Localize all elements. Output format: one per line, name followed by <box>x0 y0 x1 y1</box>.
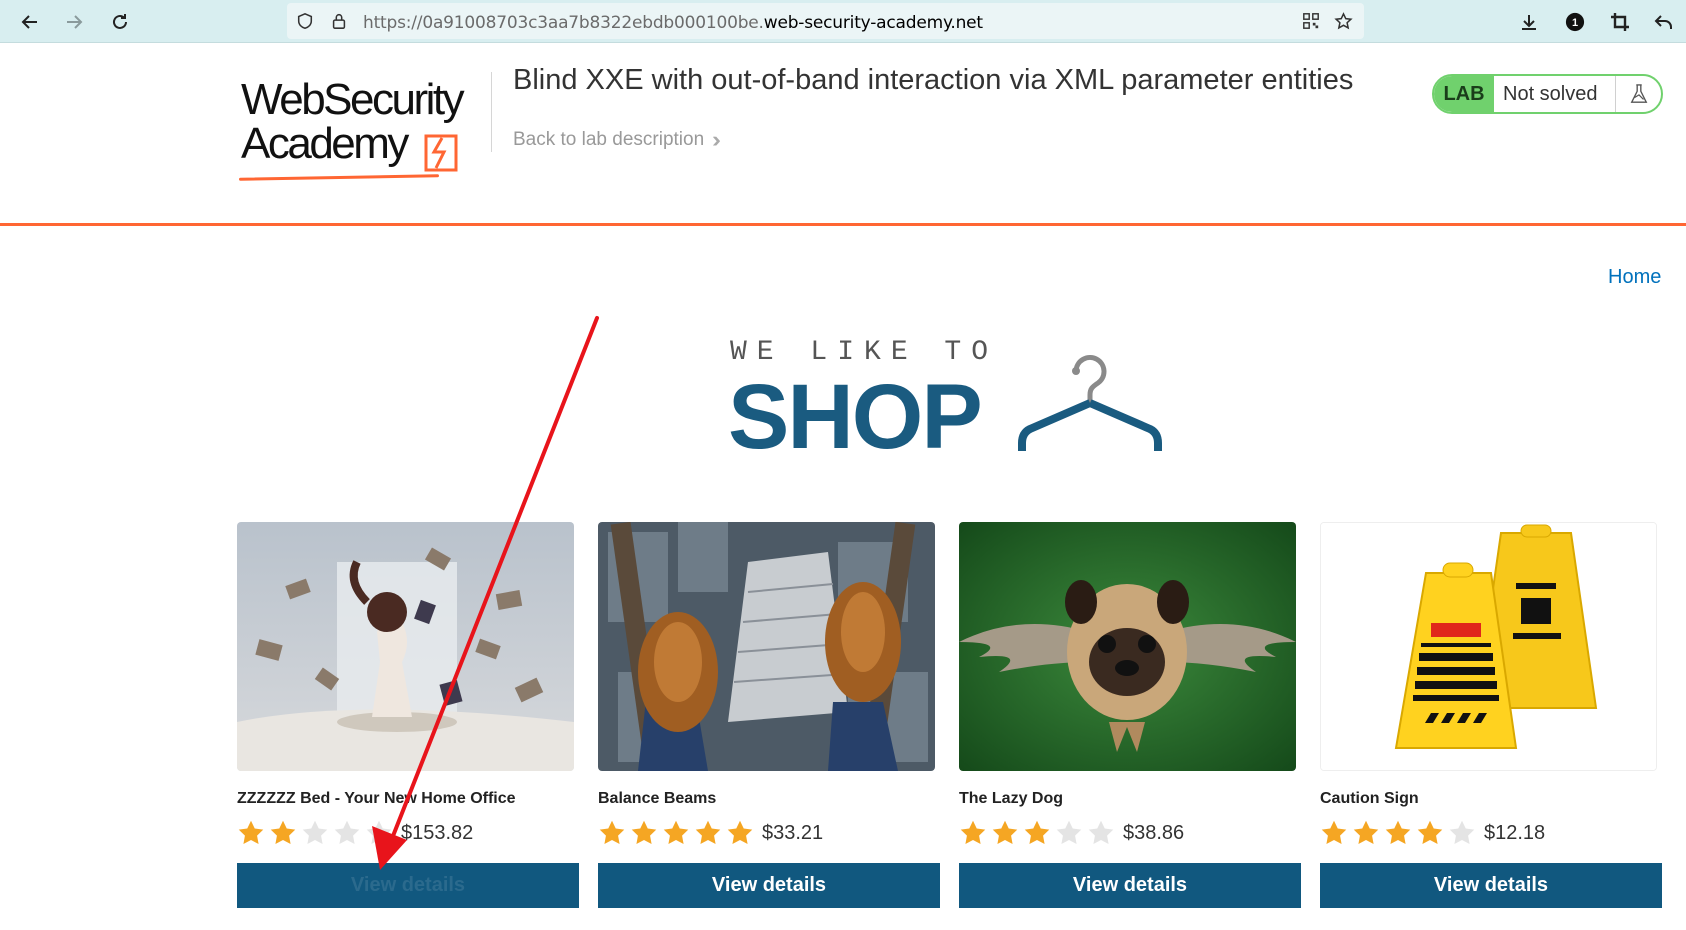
product-rating: $38.86 <box>959 818 1184 848</box>
we-like-to-shop-banner: WE LIKE TO SHOP <box>728 333 1170 468</box>
star-empty-icon <box>1449 820 1475 844</box>
caution-sign-image[interactable] <box>1320 522 1657 771</box>
logo-underline <box>238 174 440 181</box>
lab-header: WebSecurity Academy Blind XXE with out-o… <box>0 44 1686 226</box>
product-card: Balance Beams $33.21 View details <box>598 522 940 922</box>
back-link-label: Back to lab description <box>513 129 705 150</box>
product-price: $153.82 <box>401 821 474 844</box>
product-card: Caution Sign $12.18 View details <box>1320 522 1662 922</box>
address-bar[interactable]: https://0a91008703c3aa7b8322ebdb000100be… <box>287 3 1364 39</box>
star-filled-icon <box>1024 820 1050 844</box>
lab-status-widget: LAB Not solved <box>1432 74 1663 114</box>
view-details-button[interactable]: View details <box>598 863 940 908</box>
download-icon[interactable] <box>1513 6 1545 38</box>
winged-pug-image[interactable] <box>959 522 1296 771</box>
product-name: Balance Beams <box>598 790 717 807</box>
star-empty-icon <box>302 820 328 844</box>
product-card: The Lazy Dog $38.86 View details <box>959 522 1301 922</box>
back-arrow-icon[interactable] <box>14 6 46 38</box>
product-card: ZZZZZZ Bed - Your New Home Office $153.8… <box>237 522 579 922</box>
bookmark-star-icon[interactable] <box>1333 11 1353 31</box>
product-rating: $33.21 <box>598 818 823 848</box>
reload-icon[interactable] <box>104 6 136 38</box>
url-text: https://0a91008703c3aa7b8322ebdb000100be… <box>363 13 983 33</box>
view-details-button[interactable]: View details <box>237 863 579 908</box>
view-details-button[interactable]: View details <box>959 863 1301 908</box>
product-price: $12.18 <box>1484 821 1546 844</box>
star-filled-icon <box>1385 820 1411 844</box>
logo-text-line2: Academy <box>241 119 409 168</box>
star-empty-icon <box>366 820 392 844</box>
view-details-button[interactable]: View details <box>1320 863 1662 908</box>
star-empty-icon <box>334 820 360 844</box>
star-filled-icon <box>599 820 625 844</box>
star-filled-icon <box>695 820 721 844</box>
star-filled-icon <box>1321 820 1347 844</box>
star-filled-icon <box>992 820 1018 844</box>
header-divider <box>491 72 492 152</box>
hero-title: SHOP <box>728 366 983 468</box>
star-filled-icon <box>960 820 986 844</box>
notification-badge-icon[interactable]: 1 <box>1559 6 1591 38</box>
lab-status-text: Not solved <box>1503 82 1598 105</box>
star-filled-icon <box>238 820 264 844</box>
star-filled-icon <box>663 820 689 844</box>
svg-text:1: 1 <box>1572 17 1578 29</box>
lab-title: Blind XXE with out-of-band interaction v… <box>513 64 1354 96</box>
flask-icon[interactable] <box>1615 76 1661 112</box>
crop-icon[interactable] <box>1604 6 1636 38</box>
home-link[interactable]: Home <box>1608 266 1661 289</box>
web-security-academy-logo[interactable]: WebSecurity Academy <box>237 72 497 212</box>
product-rating: $12.18 <box>1320 818 1545 848</box>
browser-toolbar: https://0a91008703c3aa7b8322ebdb000100be… <box>0 0 1686 43</box>
product-rating: $153.82 <box>237 818 473 848</box>
star-filled-icon <box>631 820 657 844</box>
star-filled-icon <box>1417 820 1443 844</box>
back-to-lab-description-link[interactable]: Back to lab description ›› <box>513 127 720 153</box>
logo-text-line1: WebSecurity <box>241 75 465 124</box>
star-filled-icon <box>1353 820 1379 844</box>
feet-over-city-image[interactable] <box>598 522 935 771</box>
forward-arrow-icon[interactable] <box>58 6 90 38</box>
shield-icon[interactable] <box>295 11 315 31</box>
clothes-hanger-icon <box>1018 355 1162 451</box>
undo-icon[interactable] <box>1648 6 1680 38</box>
product-name: ZZZZZZ Bed - Your New Home Office <box>237 790 516 807</box>
product-price: $38.86 <box>1123 821 1185 844</box>
woman-floating-books-image[interactable] <box>237 522 574 771</box>
star-empty-icon <box>1056 820 1082 844</box>
lab-badge: LAB <box>1434 76 1494 112</box>
star-empty-icon <box>1088 820 1114 844</box>
product-grid: ZZZZZZ Bed - Your New Home Office $153.8… <box>237 522 1663 922</box>
lock-icon[interactable] <box>329 11 349 31</box>
qr-code-icon[interactable] <box>1301 11 1321 31</box>
logo-bolt-icon <box>424 134 458 172</box>
double-chevron-right-icon: ›› <box>712 127 720 152</box>
star-filled-icon <box>727 820 753 844</box>
hero-tagline: WE LIKE TO <box>730 337 999 368</box>
product-name: The Lazy Dog <box>959 790 1064 807</box>
star-filled-icon <box>270 820 296 844</box>
product-name: Caution Sign <box>1320 790 1419 807</box>
product-price: $33.21 <box>762 821 824 844</box>
